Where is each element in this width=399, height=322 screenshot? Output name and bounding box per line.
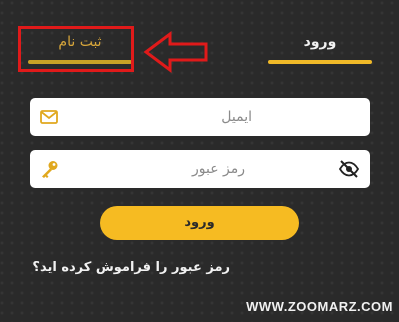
forgot-password-link[interactable]: رمز عبور را فراموش کرده اید؟ [32, 260, 230, 275]
annotation-highlight-box [18, 26, 134, 72]
email-field[interactable] [30, 98, 370, 136]
mail-icon [40, 110, 58, 124]
tab-login-underline [268, 60, 372, 64]
key-icon [42, 161, 58, 178]
password-input[interactable] [30, 150, 370, 188]
login-register-panel: ثبت نام ورود ورود رمز عبور را فراموش کرد… [0, 0, 399, 322]
password-field[interactable] [30, 150, 370, 188]
annotation-arrow-icon [143, 31, 208, 73]
tab-login-label: ورود [303, 34, 337, 50]
tab-login[interactable]: ورود [268, 28, 372, 64]
eye-off-icon[interactable] [338, 158, 360, 180]
watermark-text: WWW.ZOOMARZ.COM [246, 299, 393, 314]
login-submit-button[interactable]: ورود [100, 206, 299, 240]
email-input[interactable] [30, 98, 370, 136]
